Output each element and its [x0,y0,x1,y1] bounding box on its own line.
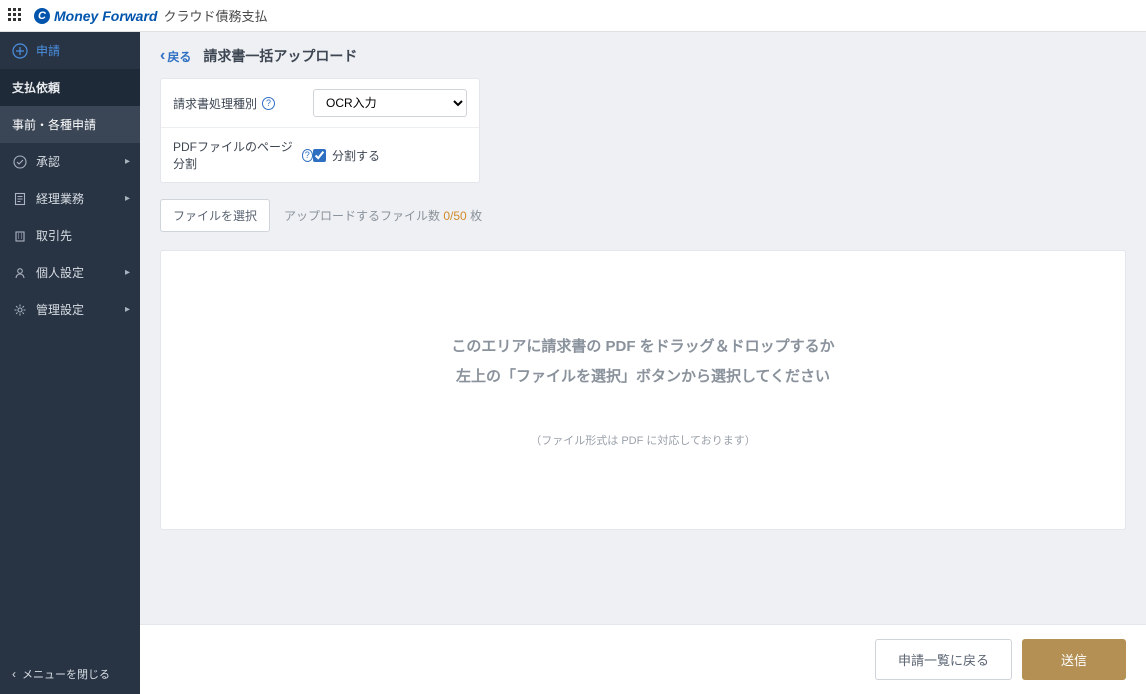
back-link[interactable]: 戻る [160,47,191,65]
page-header: 戻る 請求書一括アップロード [140,32,1146,78]
help-icon[interactable]: ? [262,97,275,110]
upload-bar: ファイルを選択 アップロードするファイル数 0/50 枚 [160,199,1126,232]
sidebar-item-label: 個人設定 [36,264,84,281]
sidebar-section-payment: 支払依頼 [0,69,140,106]
dropzone-line-2: 左上の「ファイルを選択」ボタンから選択してください [456,362,830,392]
dropzone-note: （ファイル形式は PDF に対応しております） [530,432,755,448]
sidebar-item-personal-settings[interactable]: 個人設定 ▸ [0,254,140,291]
footer-bar: 申請一覧に戻る 送信 [140,624,1146,694]
chevron-right-icon: ▸ [125,304,130,315]
processing-type-label: 請求書処理種別 ? [173,95,313,112]
dropzone[interactable]: このエリアに請求書の PDF をドラッグ＆ドロップするか 左上の「ファイルを選択… [160,250,1126,530]
sidebar-item-label: 経理業務 [36,190,84,207]
pdf-split-checkbox-input[interactable] [313,149,326,162]
sidebar-item-approval[interactable]: 承認 ▸ [0,143,140,180]
person-icon [12,266,28,280]
dropzone-line-1: このエリアに請求書の PDF をドラッグ＆ドロップするか [451,332,834,362]
sidebar: 申請 支払依頼 事前・各種申請 承認 ▸ 経理業務 ▸ 取引先 [0,32,140,694]
plus-circle-icon [12,43,28,59]
brand-text: Money Forward [54,8,157,24]
chevron-right-icon: ▸ [125,193,130,204]
sidebar-item-vendors[interactable]: 取引先 [0,217,140,254]
sidebar-collapse[interactable]: ‹ メニューを閉じる [0,654,140,694]
main-area: 戻る 請求書一括アップロード 請求書処理種別 ? OCR入力 PDFファイルのペ… [140,32,1146,694]
sidebar-item-admin-settings[interactable]: 管理設定 ▸ [0,291,140,328]
pdf-split-checkbox[interactable]: 分割する [313,147,380,164]
file-select-button[interactable]: ファイルを選択 [160,199,270,232]
pdf-split-label: PDFファイルのページ分割 ? [173,138,313,172]
upload-count: アップロードするファイル数 0/50 枚 [284,207,482,224]
settings-card: 請求書処理種別 ? OCR入力 PDFファイルのページ分割 ? 分割する [160,78,480,183]
sidebar-item-accounting[interactable]: 経理業務 ▸ [0,180,140,217]
help-icon[interactable]: ? [302,149,313,162]
top-bar: C Money Forward クラウド債務支払 [0,0,1146,32]
back-to-list-button[interactable]: 申請一覧に戻る [875,639,1012,680]
brand-mark-icon: C [34,8,50,24]
document-icon [12,192,28,206]
submit-button[interactable]: 送信 [1022,639,1126,680]
page-title: 請求書一括アップロード [203,46,357,66]
gear-icon [12,303,28,317]
app-switcher-icon[interactable] [8,8,24,24]
sidebar-item-label: 承認 [36,153,60,170]
processing-type-select[interactable]: OCR入力 [313,89,467,117]
sidebar-collapse-label: メニューを閉じる [22,666,110,682]
sidebar-new-request[interactable]: 申請 [0,32,140,69]
sidebar-item-label: 管理設定 [36,301,84,318]
check-circle-icon [12,155,28,169]
pdf-split-checkbox-label: 分割する [332,147,380,164]
sidebar-primary-label: 申請 [36,42,60,59]
brand-logo: C Money Forward [34,8,157,24]
sidebar-item-label: 取引先 [36,227,72,244]
chevron-right-icon: ▸ [125,156,130,167]
product-name: クラウド債務支払 [163,6,267,25]
chevron-right-icon: ▸ [125,267,130,278]
chevron-left-icon: ‹ [12,667,16,681]
building-icon [12,229,28,243]
sidebar-item-various[interactable]: 事前・各種申請 [0,106,140,143]
sidebar-item-label: 事前・各種申請 [12,116,96,133]
